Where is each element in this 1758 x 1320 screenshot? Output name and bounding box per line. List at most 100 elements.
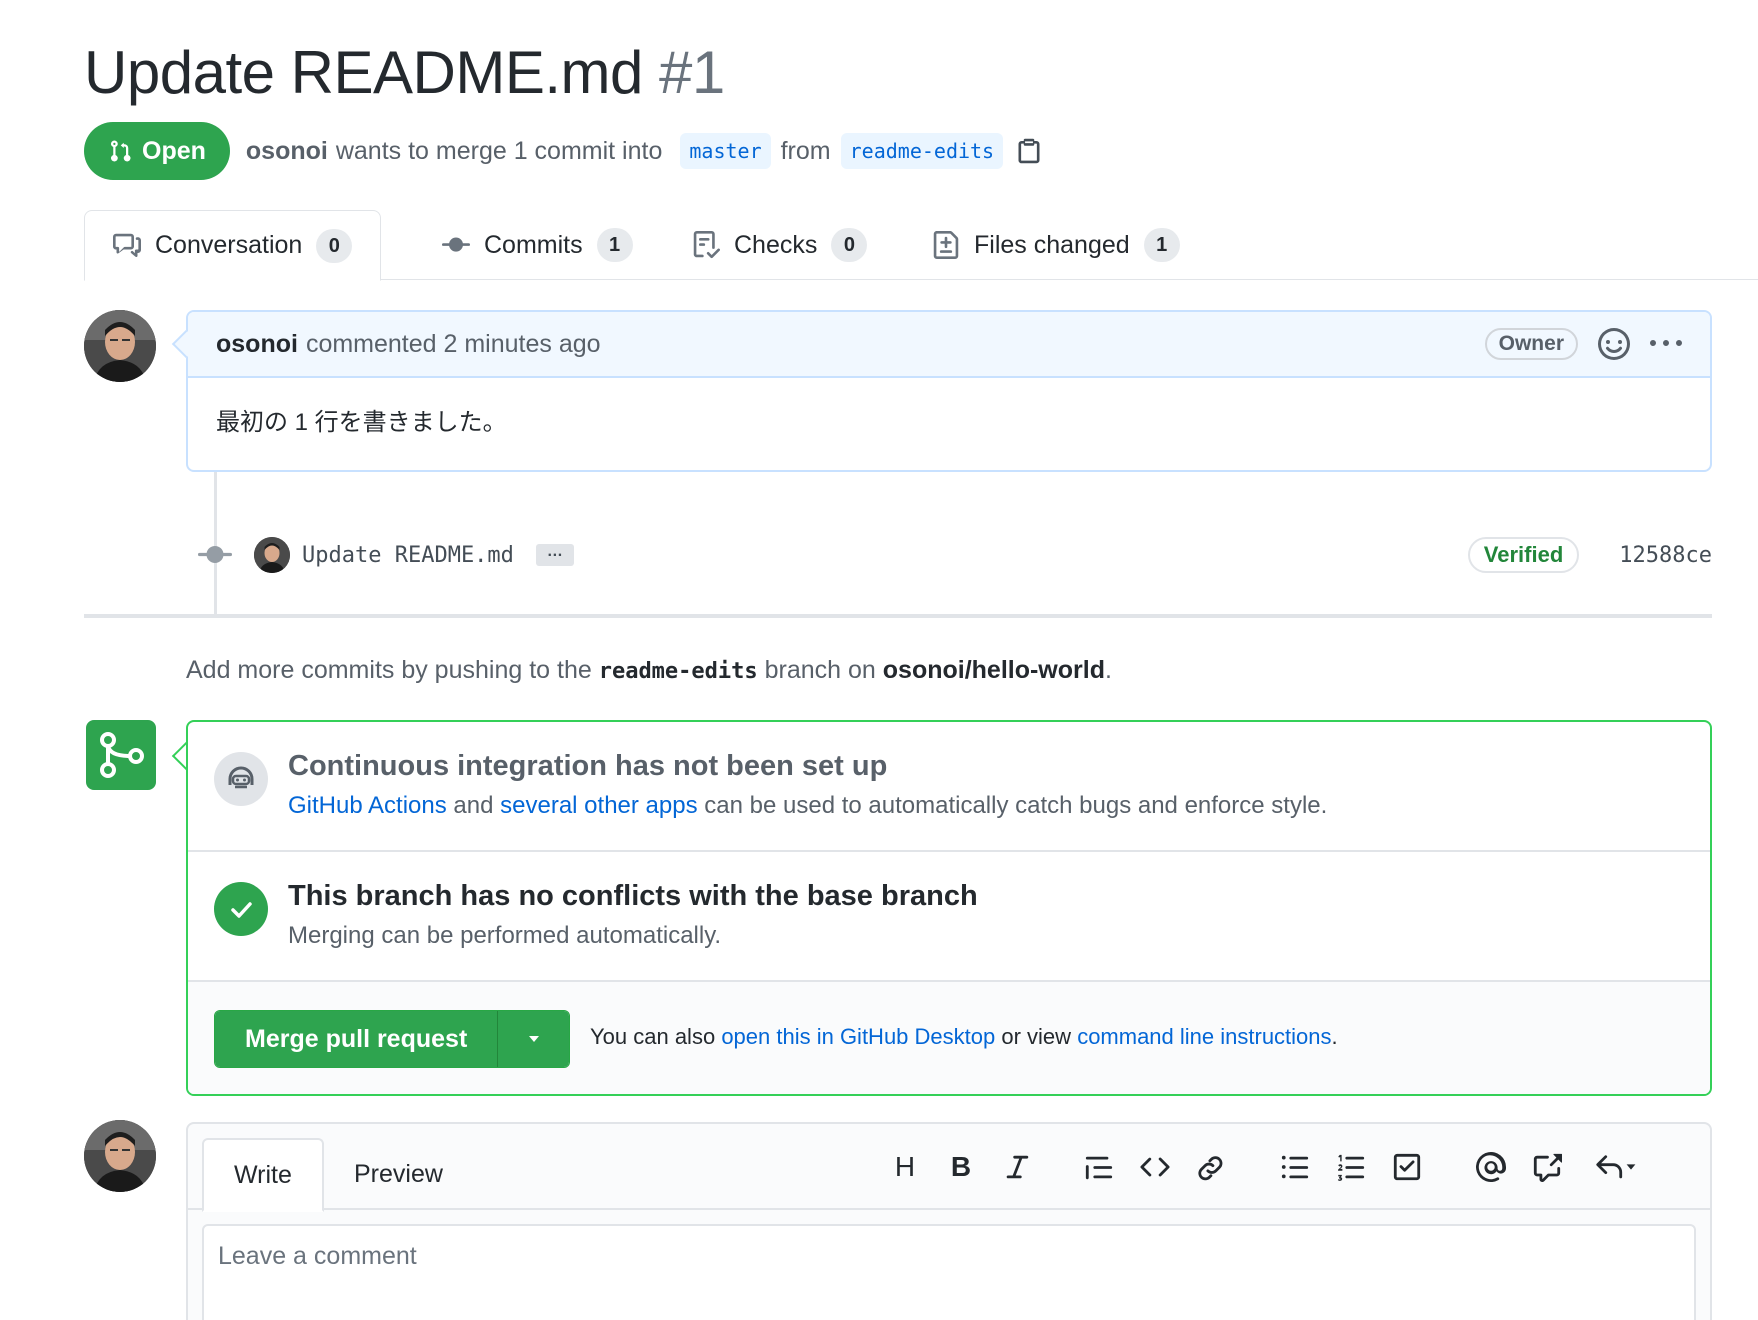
tab-checks-count: 0 [831,228,868,262]
git-commit-icon [442,237,470,252]
pr-title-text: Update README.md [84,39,643,106]
push-hint-branch: readme-edits [598,659,758,684]
state-badge: Open [84,122,230,180]
tab-conversation-label: Conversation [155,231,303,259]
numbered-list-button[interactable] [1334,1150,1368,1184]
conflict-status-section: This branch has no conflicts with the ba… [188,852,1710,982]
merge-action-section: Merge pull request You can also open thi… [188,982,1710,1094]
comment-body: 最初の 1 行を書きました。 [216,409,507,436]
pr-number: #1 [659,39,725,106]
ci-title: Continuous integration has not been set … [288,750,888,782]
bulleted-list-button[interactable] [1278,1150,1312,1184]
list-ordered-icon [1337,1154,1365,1181]
ci-rest-text: can be used to automatically catch bugs … [704,792,1328,819]
tasklist-icon [1393,1153,1421,1181]
comment-header: osonoi commented 2 minutes ago Owner [188,312,1710,378]
merge-description: osonoi wants to merge 1 commit into mast… [246,133,1043,169]
tab-files-changed[interactable]: Files changed 1 [932,210,1180,280]
push-hint-prefix: Add more commits by pushing to the [186,656,592,684]
tab-conversation[interactable]: Conversation 0 [84,210,382,281]
commit-message[interactable]: Update README.md [302,543,514,568]
italic-icon [1006,1155,1029,1179]
owner-badge: Owner [1484,328,1578,360]
other-apps-link[interactable]: several other apps [500,792,697,819]
commit-avatar-image [254,537,290,573]
avatar-image [84,310,156,382]
cross-reference-button[interactable] [1530,1150,1564,1184]
push-hint-suffix: . [1104,656,1112,684]
comment-box: osonoi commented 2 minutes ago Owner 最初の… [171,310,1712,472]
pr-state-row: Open osonoi wants to merge 1 commit into… [84,122,1043,180]
merge-box: Continuous integration has not been set … [186,720,1712,1096]
task-list-button[interactable] [1390,1150,1424,1184]
tab-commits[interactable]: Commits 1 [442,210,633,280]
bold-button[interactable]: B [944,1150,978,1184]
mention-button[interactable] [1474,1150,1508,1184]
current-user-avatar-image [84,1120,156,1192]
list-unordered-icon [1281,1155,1309,1179]
state-label: Open [142,136,206,165]
robot-icon [214,752,268,806]
comment-timestamp[interactable]: commented 2 minutes ago [306,330,601,359]
kebab-horizontal-icon[interactable] [1650,328,1682,360]
tab-files-changed-count: 1 [1143,228,1180,262]
pr-author-link[interactable]: osonoi [246,137,328,166]
ci-description: GitHub Actions and several other apps ca… [288,792,1327,820]
tab-write[interactable]: Write [202,1138,324,1212]
comment-editor: Write Preview H B [186,1122,1712,1320]
ci-status-section: Continuous integration has not been set … [188,722,1710,852]
commit-row: Update README.md … Verified 12588ce [198,530,1712,580]
merge-pull-request-button[interactable]: Merge pull request [215,1011,498,1067]
smiley-icon[interactable] [1598,328,1630,360]
commit-expand-button[interactable]: … [535,544,574,566]
merge-button-group: Merge pull request [214,1010,571,1068]
saved-replies-button[interactable] [1586,1150,1646,1184]
pr-title: Update README.md #1 [84,38,725,107]
commit-avatar[interactable] [254,537,290,573]
tab-checks[interactable]: Checks 0 [692,210,868,280]
command-line-link[interactable]: command line instructions [1077,1024,1331,1049]
conflict-description: Merging can be performed automatically. [288,922,722,949]
code-icon [1140,1157,1170,1177]
merge-text: wants to merge 1 commit into [335,136,663,165]
push-hint: Add more commits by pushing to the readm… [186,656,1112,685]
commit-sha[interactable]: 12588ce [1619,543,1712,568]
tab-conversation-count: 0 [316,228,353,263]
github-actions-link[interactable]: GitHub Actions [288,792,447,819]
from-text: from [780,136,831,165]
merge-hint-suffix: . [1331,1024,1338,1049]
conflict-title: This branch has no conflicts with the ba… [288,880,978,912]
reply-icon [1596,1155,1623,1179]
tab-files-changed-label: Files changed [974,230,1130,259]
cross-reference-icon [1533,1153,1562,1182]
push-hint-repo: osonoi/hello-world [882,656,1105,684]
check-circle-icon [214,882,268,936]
merge-hint-mid: or view [1001,1024,1072,1049]
code-button[interactable] [1138,1150,1172,1184]
github-desktop-link[interactable]: open this in GitHub Desktop [721,1024,995,1049]
quote-icon [1085,1156,1113,1180]
push-hint-middle: branch on [764,656,876,684]
git-merge-icon [100,732,144,778]
link-button[interactable] [1194,1150,1228,1184]
verified-badge[interactable]: Verified [1467,537,1580,573]
quote-button[interactable] [1082,1150,1116,1184]
merge-method-dropdown[interactable] [497,1011,570,1067]
check-icon-wrap [214,882,268,936]
ci-icon-wrap [214,752,268,806]
tab-commits-label: Commits [484,230,583,259]
comment-textarea[interactable] [202,1224,1696,1320]
italic-button[interactable] [1000,1150,1034,1184]
avatar[interactable] [84,310,156,382]
mention-icon [1476,1152,1506,1182]
clipboard-icon[interactable] [1015,137,1043,165]
tab-preview[interactable]: Preview [324,1138,473,1210]
base-branch[interactable]: master [680,133,771,169]
tab-commits-count: 1 [596,228,633,262]
merge-hint-prefix: You can also [590,1024,716,1049]
heading-button[interactable]: H [888,1150,922,1184]
current-user-avatar[interactable] [84,1120,156,1192]
comment-discussion-icon [113,233,141,257]
comment-author[interactable]: osonoi [216,330,298,359]
head-branch[interactable]: readme-edits [840,133,1004,169]
